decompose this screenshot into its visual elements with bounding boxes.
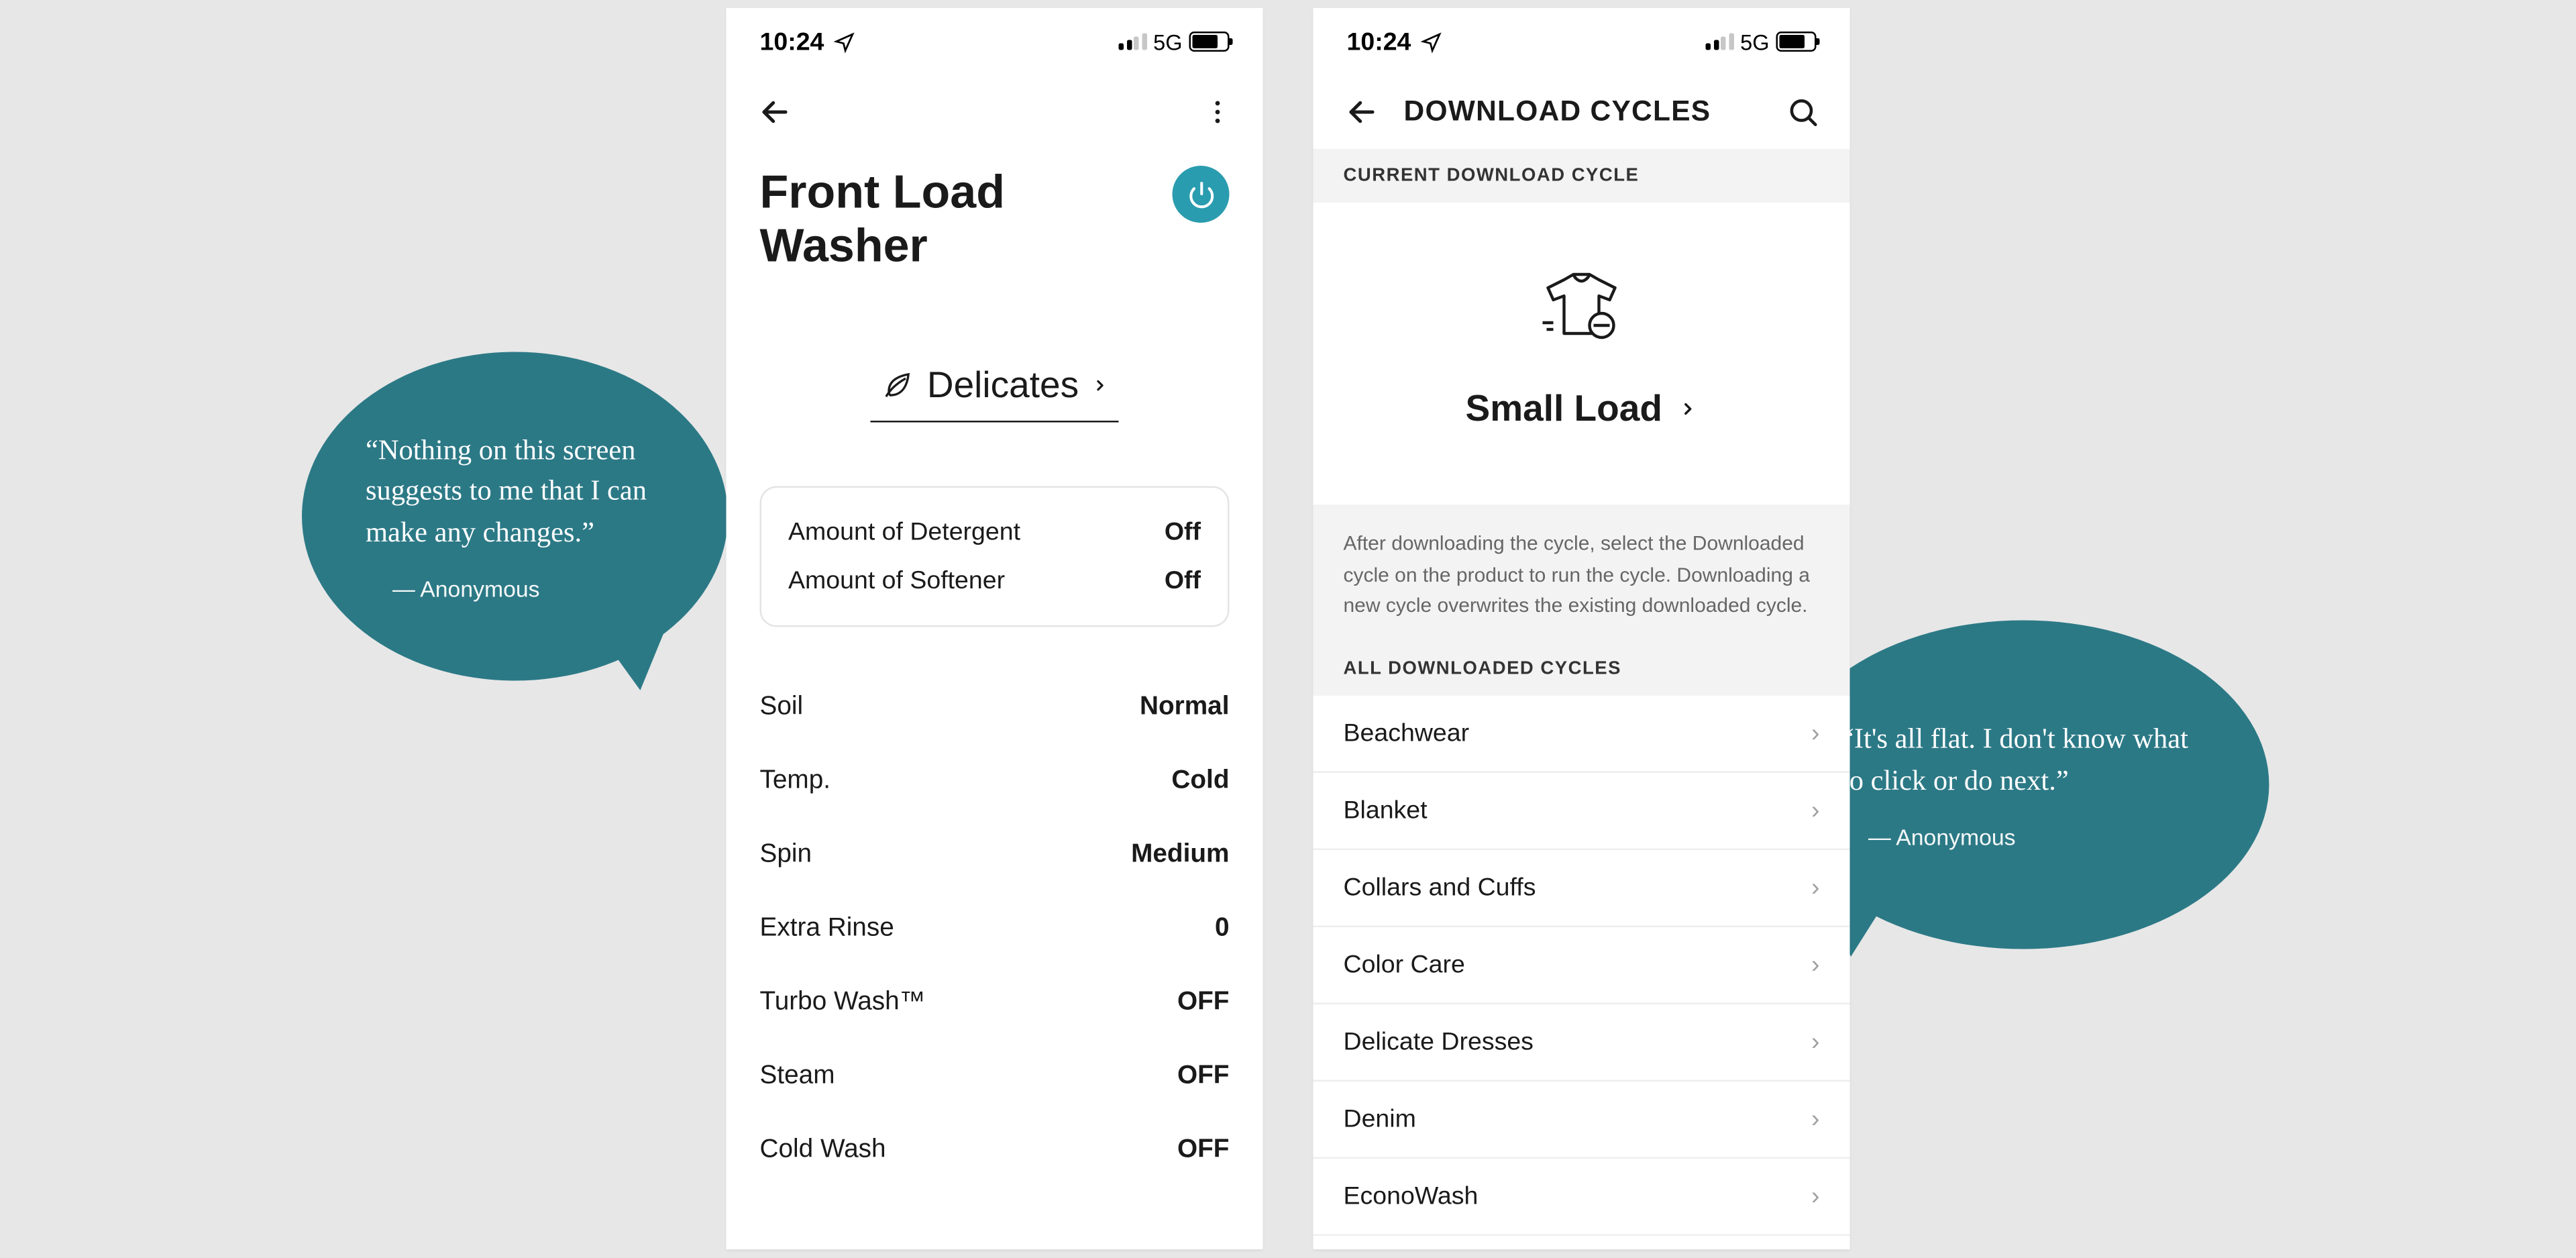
status-bar: 10:24 5G xyxy=(727,8,1263,75)
phone-screen-washer: 10:24 5G Front Load Washer xyxy=(727,8,1263,1249)
shirt-icon xyxy=(1535,270,1629,344)
setting-label: Amount of Detergent xyxy=(788,519,1020,547)
setting-value: 0 xyxy=(1215,914,1230,945)
setting-label: Turbo Wash™ xyxy=(760,988,926,1018)
chevron-right-icon: › xyxy=(1811,1104,1820,1133)
setting-row[interactable]: Extra Rinse 0 xyxy=(760,892,1230,966)
setting-row[interactable]: Temp. Cold xyxy=(760,745,1230,819)
setting-value: Off xyxy=(1165,567,1201,596)
setting-label: Cold Wash xyxy=(760,1136,886,1166)
setting-label: Spin xyxy=(760,841,812,871)
phone-screen-download-cycles: 10:24 5G DOWNLOAD CYCLES CURRENT DOWNLOA… xyxy=(1313,8,1850,1249)
list-item[interactable]: Color Care › xyxy=(1313,927,1850,1004)
setting-label: Temp. xyxy=(760,767,831,797)
section-header-all: ALL DOWNLOADED CYCLES xyxy=(1313,641,1850,695)
setting-value: OFF xyxy=(1177,988,1230,1018)
setting-label: Amount of Softener xyxy=(788,567,1005,596)
setting-label: Steam xyxy=(760,1062,835,1092)
power-button[interactable] xyxy=(1173,166,1230,223)
setting-value: OFF xyxy=(1177,1136,1230,1166)
battery-icon xyxy=(1189,32,1230,52)
setting-value: Off xyxy=(1165,519,1201,547)
setting-row[interactable]: Turbo Wash™ OFF xyxy=(760,966,1230,1040)
chevron-right-icon: › xyxy=(1811,1027,1820,1056)
callout-quote: “It's all flat. I don't know what to cli… xyxy=(1841,720,2206,801)
current-cycle-label: Small Load xyxy=(1466,387,1662,431)
chevron-right-icon xyxy=(1092,374,1109,398)
cycle-name: EconoWash xyxy=(1344,1182,1479,1210)
status-time: 10:24 xyxy=(760,28,824,56)
list-item[interactable]: Collars and Cuffs › xyxy=(1313,849,1850,927)
more-dots-icon[interactable] xyxy=(1203,97,1233,127)
chevron-right-icon xyxy=(1679,396,1698,423)
callout-bubble-right: “It's all flat. I don't know what to cli… xyxy=(1778,621,2269,949)
callout-attrib: — Anonymous xyxy=(1868,825,2206,850)
cycle-name: Collars and Cuffs xyxy=(1344,873,1536,902)
network-label: 5G xyxy=(1740,29,1769,54)
setting-value: Medium xyxy=(1131,841,1229,871)
setting-row[interactable]: Spin Medium xyxy=(760,819,1230,892)
chevron-right-icon: › xyxy=(1811,1182,1820,1210)
setting-label: Soil xyxy=(760,693,804,723)
search-icon[interactable] xyxy=(1786,95,1820,129)
location-arrow-icon xyxy=(834,31,856,53)
dispenser-row[interactable]: Amount of Softener Off xyxy=(788,557,1201,606)
section-header-current: CURRENT DOWNLOAD CYCLE xyxy=(1313,149,1850,203)
dispenser-row[interactable]: Amount of Detergent Off xyxy=(788,509,1201,558)
callout-tail-icon xyxy=(608,633,676,695)
status-time: 10:24 xyxy=(1347,28,1411,56)
helper-text: After downloading the cycle, select the … xyxy=(1313,505,1850,641)
list-item[interactable]: EconoWash › xyxy=(1313,1158,1850,1235)
setting-row[interactable]: Cold Wash OFF xyxy=(760,1114,1230,1188)
cycle-name: Denim xyxy=(1344,1104,1416,1133)
page-title: Front Load Washer xyxy=(760,166,1173,274)
setting-row[interactable]: Steam OFF xyxy=(760,1040,1230,1114)
cycle-name: Beachwear xyxy=(1344,719,1470,747)
list-item[interactable]: Delicate Dresses › xyxy=(1313,1004,1850,1081)
nav-bar xyxy=(727,75,1263,149)
setting-label: Extra Rinse xyxy=(760,914,894,945)
chevron-right-icon: › xyxy=(1811,796,1820,825)
battery-icon xyxy=(1776,32,1817,52)
setting-value: Cold xyxy=(1171,767,1229,797)
back-arrow-icon[interactable] xyxy=(757,94,794,131)
leaf-icon xyxy=(880,369,914,403)
callout-quote: “Nothing on this screen suggests to me t… xyxy=(366,431,664,553)
list-item[interactable]: Beachwear › xyxy=(1313,695,1850,772)
cycle-list: Beachwear › Blanket › Collars and Cuffs › C… xyxy=(1313,695,1850,1235)
cycle-name: Color Care xyxy=(1344,950,1465,979)
cycle-label: Delicates xyxy=(927,364,1079,408)
dispenser-card: Amount of Detergent Off Amount of Soften… xyxy=(760,486,1230,627)
back-arrow-icon[interactable] xyxy=(1344,94,1381,131)
callout-bubble-left: “Nothing on this screen suggests to me t… xyxy=(302,352,728,681)
current-cycle-card[interactable]: Small Load xyxy=(1313,203,1850,505)
cycle-selector[interactable]: Delicates xyxy=(870,358,1119,423)
list-item[interactable]: Denim › xyxy=(1313,1081,1850,1158)
setting-value: OFF xyxy=(1177,1062,1230,1092)
signal-bars-icon xyxy=(1119,34,1146,50)
setting-value: Normal xyxy=(1140,693,1230,723)
callout-attrib: — Anonymous xyxy=(392,576,664,602)
nav-title: DOWNLOAD CYCLES xyxy=(1404,95,1711,129)
status-bar: 10:24 5G xyxy=(1313,8,1850,75)
location-arrow-icon xyxy=(1421,31,1443,53)
chevron-right-icon: › xyxy=(1811,873,1820,902)
power-icon xyxy=(1187,180,1216,209)
cycle-name: Blanket xyxy=(1344,796,1428,825)
signal-bars-icon xyxy=(1706,34,1733,50)
chevron-right-icon: › xyxy=(1811,950,1820,979)
list-item[interactable]: Blanket › xyxy=(1313,772,1850,849)
setting-row[interactable]: Soil Normal xyxy=(760,671,1230,745)
chevron-right-icon: › xyxy=(1811,719,1820,747)
nav-bar: DOWNLOAD CYCLES xyxy=(1313,75,1850,149)
settings-list: Soil Normal Temp. Cold Spin Medium Extra Ri… xyxy=(760,671,1230,1188)
cycle-name: Delicate Dresses xyxy=(1344,1027,1534,1056)
network-label: 5G xyxy=(1153,29,1182,54)
